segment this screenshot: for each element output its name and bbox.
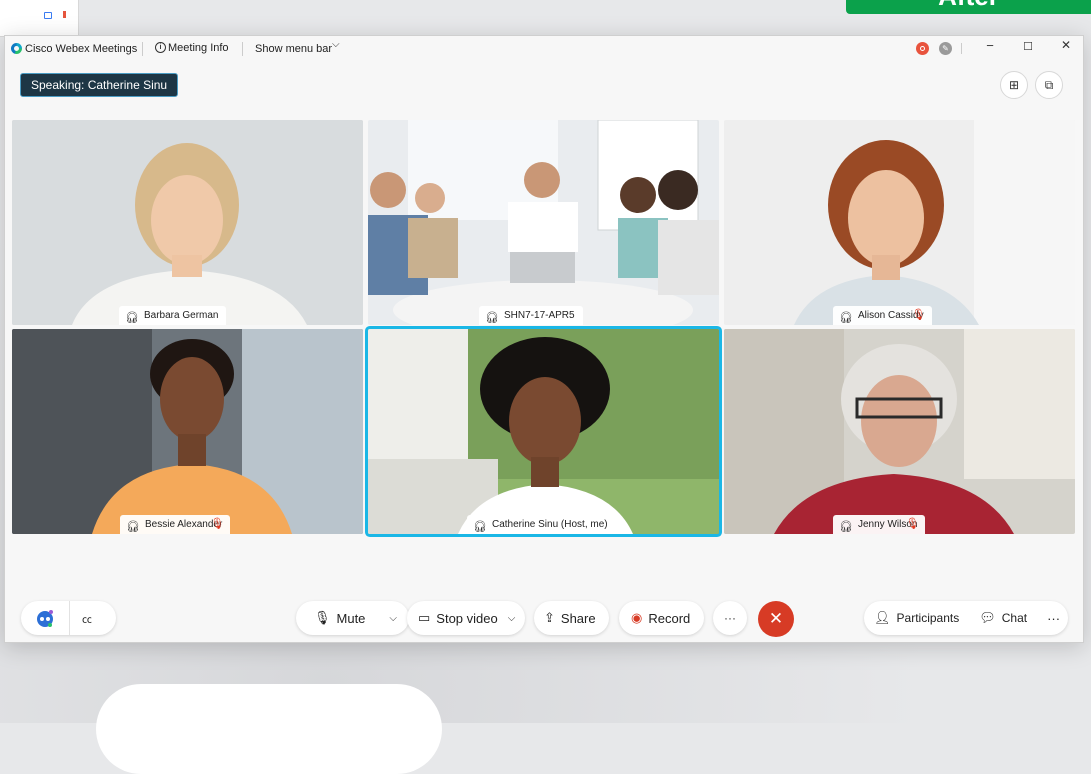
participant-video [368,120,719,325]
participant-name-tag: 🎧︎ SHN7-17-APR5 [479,306,583,325]
minimize-button[interactable]: − [980,38,1000,53]
video-control: ▭ Stop video ⌵ [407,601,526,635]
info-icon[interactable]: i [155,42,166,53]
closed-captions-icon[interactable]: ㏄ [70,601,104,635]
panel-more-button[interactable]: ··· [1037,601,1070,635]
chat-bubble-icon: 💬︎ [979,610,996,625]
video-tile[interactable]: 🎧︎ SHN7-17-APR5 [368,120,719,325]
popout-layout-icon[interactable]: ⧉ [1035,71,1063,99]
grid-layout-icon[interactable]: ⊞ [1000,71,1028,99]
person-icon: 👤︎ [874,610,891,625]
mic-muted-icon: 🎙︎ [911,309,926,321]
background-pill [96,684,442,774]
participants-button[interactable]: 👤︎ Participants [864,601,969,635]
background-window-fragment [0,0,79,37]
recording-indicator-icon[interactable] [916,42,929,55]
participant-video [12,329,363,534]
title-divider [242,42,243,56]
video-options-dropdown[interactable]: ⌵ [498,601,526,635]
participants-label: Participants [896,611,960,625]
video-camera-icon: ▭ [418,610,431,625]
participant-video [12,120,363,325]
title-divider [961,43,962,54]
participant-video [724,120,1075,325]
webex-logo-icon [11,43,22,54]
stop-video-button[interactable]: ▭ Stop video [407,601,498,635]
show-menu-bar-button[interactable]: Show menu bar [255,43,332,55]
share-button[interactable]: ⇪ Share [534,601,609,635]
title-bar: Cisco Webex Meetings i Meeting Info Show… [5,36,1083,62]
mute-control: 🎙︎ Mute ⌵ [296,601,410,635]
chevron-down-icon: ⌵ [507,612,516,624]
mute-label: Mute [336,610,366,626]
panel-controls: 👤︎ Participants 💬︎ Chat ··· [864,601,1068,635]
mic-muted-icon: 🎙︎ [905,518,920,530]
headset-icon: 🎧︎ [839,312,853,324]
participant-name-tag: 🎧︎ Alison Cassidy 🎙︎ [833,306,932,325]
video-tile[interactable]: 🎧︎ Bessie Alexander 🎙︎ [12,329,363,534]
headset-icon: 🎧︎ [125,312,139,324]
more-options-button[interactable]: ··· [713,601,747,635]
share-icon: ⇪ [544,610,555,625]
close-button[interactable]: ✕ [1056,38,1076,52]
video-tile-active-speaker[interactable]: 🎧︎ Catherine Sinu (Host, me) [368,329,719,534]
chat-label: Chat [1001,611,1028,625]
record-button[interactable]: ◉ Record [619,601,704,635]
participant-name: SHN7-17-APR5 [504,310,575,321]
participant-name-tag: 🎧︎ Jenny Wilson 🎙︎ [833,515,926,534]
video-tile[interactable]: 🎧︎ Barbara German [12,120,363,325]
video-tile[interactable]: 🎧︎ Alison Cassidy 🎙︎ [724,120,1075,325]
participant-name-tag: 🎧︎ Bessie Alexander 🎙︎ [120,515,231,534]
participant-name-tag: 🎧︎ Catherine Sinu (Host, me) [467,515,616,534]
headset-icon: 🎧︎ [126,521,140,533]
participant-video [368,329,719,534]
mic-icon [63,11,66,18]
title-divider [142,42,143,56]
participant-name-tag: 🎧︎ Barbara German [119,306,227,325]
maximize-button[interactable]: ☐ [1018,40,1038,53]
meeting-info-button[interactable]: Meeting Info [168,42,229,54]
headset-icon: 🎧︎ [839,521,853,533]
stop-video-label: Stop video [436,610,498,626]
microphone-icon: 🎙︎ [314,610,331,625]
active-speaker-label: Speaking: Catherine Sinu [20,73,179,97]
end-meeting-button[interactable]: ✕ [758,601,794,637]
participant-name: Catherine Sinu (Host, me) [492,519,608,530]
after-banner: After [846,0,1091,14]
app-title: Cisco Webex Meetings [25,43,138,55]
webex-meeting-window: Cisco Webex Meetings i Meeting Info Show… [4,35,1084,643]
mute-button[interactable]: 🎙︎ Mute [296,601,365,635]
headset-icon: 🎧︎ [473,521,487,533]
webex-assistant-icon[interactable] [21,601,69,635]
headset-icon: 🎧︎ [485,312,499,324]
chat-button[interactable]: 💬︎ Chat [969,601,1037,635]
participant-video [724,329,1075,534]
record-control: ◉ Record [619,601,705,635]
chevron-down-icon[interactable]: ⌵ [332,39,340,50]
chevron-down-icon: ⌵ [389,612,398,624]
record-label: Record [648,610,691,626]
record-icon: ◉ [631,610,643,625]
annotate-icon[interactable]: ✎ [939,42,952,55]
assistant-bot-icon [37,610,53,627]
share-control: ⇪ Share [534,601,609,635]
mic-muted-icon: 🎙︎ [210,518,225,530]
video-tile[interactable]: 🎧︎ Jenny Wilson 🎙︎ [724,329,1075,534]
mute-options-dropdown[interactable]: ⌵ [365,601,409,635]
participant-name: Barbara German [144,310,219,321]
assistant-controls: ㏄ [21,601,116,635]
video-icon [44,12,52,19]
share-label: Share [560,610,596,626]
